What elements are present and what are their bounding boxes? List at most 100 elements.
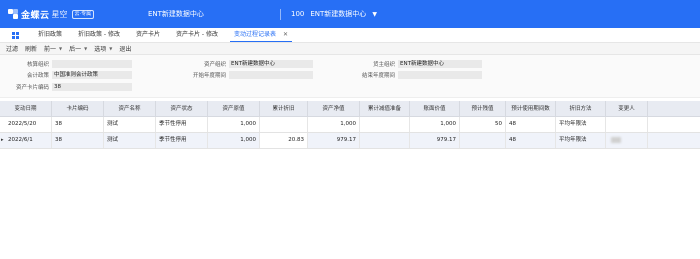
card-code-cell: 38 (52, 117, 104, 132)
table-row[interactable]: ▸ 2022/6/1 38 测试 季节性停用 1,000 20.83 979.17… (0, 133, 700, 149)
redacted-user-avatar (611, 136, 621, 143)
filter-button[interactable]: 过滤 (6, 44, 18, 53)
column-header[interactable]: 变动日期 (0, 101, 52, 116)
logo[interactable]: 金蝶云 星空 云·专属 (8, 8, 112, 21)
accounting-org-input[interactable] (52, 60, 132, 68)
asset-name-cell: 测试 (104, 133, 156, 148)
change-history-table: 变动日期 卡片编码 资产名称 资产状态 资产原值 累计折旧 资产净值 累计减值准… (0, 101, 700, 149)
policy-input[interactable]: 中国准则会计政策 (52, 71, 132, 79)
previous-button[interactable]: 前一 ▼ (44, 44, 62, 53)
current-row-indicator-icon: ▸ (1, 137, 4, 143)
tab-label: 折旧政策 (38, 31, 63, 38)
asset-org-field: 资产组织 ENT新建数据中心 (171, 60, 313, 68)
table-row[interactable]: 2022/5/20 38 测试 季节性停用 1,000 1,000 1,000 … (0, 117, 700, 133)
column-header[interactable]: 资产名称 (104, 101, 156, 116)
button-label: 退出 (119, 46, 132, 53)
column-header[interactable]: 累计折旧 (260, 101, 308, 116)
tab-bar: 折旧政策 折旧政策 - 修改 资产卡片 资产卡片 - 修改 变动过程记录表 ✕ (0, 28, 700, 42)
top-header: 金蝶云 星空 云·专属 ENT新建数据中心 100 ENT新建数据中心 ▼ (0, 0, 700, 28)
button-label: 后一 (69, 46, 82, 53)
logo-icon (8, 9, 18, 19)
accumulated-depreciation-cell (260, 117, 308, 132)
column-header[interactable]: 变更人 (606, 101, 648, 116)
button-label: 选项 (94, 46, 107, 53)
chevron-down-icon[interactable]: ▼ (59, 46, 62, 51)
column-header[interactable]: 卡片编码 (52, 101, 104, 116)
datacenter-code: 100 (291, 10, 305, 18)
end-period-field: 结束年度期间 (340, 71, 482, 79)
start-period-field: 开始年度期间 (171, 71, 313, 79)
end-period-label: 结束年度期间 (361, 73, 395, 79)
close-icon[interactable]: ✕ (283, 31, 288, 38)
column-header[interactable]: 预计残值 (460, 101, 506, 116)
column-header[interactable]: 折旧方法 (556, 101, 606, 116)
options-button[interactable]: 选项 ▼ (94, 44, 112, 53)
changed-by-cell (606, 133, 648, 148)
next-button[interactable]: 后一 ▼ (69, 44, 87, 53)
toolbar: 过滤 刷新 前一 ▼ 后一 ▼ 选项 ▼ 退出 (0, 42, 700, 55)
residual-value-cell (460, 133, 506, 148)
org-name[interactable]: ENT新建数据中心 (148, 9, 280, 19)
card-code-input[interactable]: 38 (52, 83, 132, 91)
card-code-label: 资产卡片编码 (15, 85, 49, 91)
column-header[interactable]: 预计使用期间数 (506, 101, 556, 116)
button-label: 过滤 (6, 46, 19, 53)
grid-icon (11, 31, 19, 39)
table-header: 变动日期 卡片编码 资产名称 资产状态 资产原值 累计折旧 资产净值 累计减值准… (0, 101, 700, 117)
original-value-cell: 1,000 (208, 133, 260, 148)
owner-org-label: 货主组织 (372, 62, 395, 68)
net-value-cell: 979.17 (308, 133, 360, 148)
datacenter-switcher[interactable]: 100 ENT新建数据中心 ▼ (291, 9, 377, 19)
edition-badge: 云·专属 (71, 9, 95, 19)
chevron-down-icon[interactable]: ▼ (84, 46, 87, 51)
column-header[interactable]: 累计减值准备 (360, 101, 410, 116)
accumulated-depreciation-cell: 20.83 (260, 133, 308, 148)
start-period-input[interactable] (229, 71, 313, 79)
book-value-cell: 1,000 (410, 117, 460, 132)
impairment-cell (360, 117, 410, 132)
refresh-button[interactable]: 刷新 (25, 44, 37, 53)
policy-field: 会计政策 中国准则会计政策 (0, 71, 132, 79)
asset-name-cell: 测试 (104, 117, 156, 132)
owner-org-input[interactable]: ENT新建数据中心 (398, 60, 482, 68)
tab-asset-card-edit[interactable]: 资产卡片 - 修改 (168, 28, 226, 42)
book-value-cell: 979.17 (410, 133, 460, 148)
tab-change-history[interactable]: 变动过程记录表 ✕ (226, 28, 296, 42)
original-value-cell: 1,000 (208, 117, 260, 132)
tab-label: 资产卡片 (136, 31, 161, 38)
exit-button[interactable]: 退出 (119, 44, 131, 53)
change-date-text: 2022/6/1 (8, 137, 33, 143)
column-header[interactable]: 资产原值 (208, 101, 260, 116)
change-date-cell: 2022/5/20 (0, 117, 52, 132)
chevron-down-icon[interactable]: ▼ (109, 46, 112, 51)
button-label: 刷新 (25, 46, 38, 53)
column-header[interactable]: 资产净值 (308, 101, 360, 116)
tab-depreciation-policy[interactable]: 折旧政策 (30, 28, 70, 42)
logo-text: 金蝶云 (21, 10, 50, 21)
useful-periods-cell: 48 (506, 117, 556, 132)
accounting-org-label: 核算组织 (26, 62, 49, 68)
chevron-down-icon[interactable]: ▼ (372, 11, 377, 18)
tab-label: 折旧政策 - 修改 (78, 31, 120, 38)
impairment-cell (360, 133, 410, 148)
net-value-cell: 1,000 (308, 117, 360, 132)
depreciation-method-cell: 平均年限法 (556, 117, 606, 132)
column-header[interactable]: 资产状态 (156, 101, 208, 116)
useful-periods-cell: 48 (506, 133, 556, 148)
filter-form: 核算组织 会计政策 中国准则会计政策 资产卡片编码 38 资产组织 ENT新建数… (0, 55, 700, 98)
home-tab[interactable] (0, 28, 30, 42)
column-header[interactable]: 账面价值 (410, 101, 460, 116)
owner-org-field: 货主组织 ENT新建数据中心 (340, 60, 482, 68)
tab-label: 变动过程记录表 (234, 31, 277, 38)
residual-value-cell: 50 (460, 117, 506, 132)
depreciation-method-cell: 平均年限法 (556, 133, 606, 148)
datacenter-name: ENT新建数据中心 (310, 10, 367, 18)
accounting-org-field: 核算组织 (0, 60, 132, 68)
asset-org-input[interactable]: ENT新建数据中心 (229, 60, 313, 68)
tab-depreciation-policy-edit[interactable]: 折旧政策 - 修改 (70, 28, 128, 42)
end-period-input[interactable] (398, 71, 482, 79)
changed-by-cell (606, 117, 648, 132)
policy-label: 会计政策 (26, 73, 49, 79)
tab-asset-card[interactable]: 资产卡片 (128, 28, 168, 42)
start-period-label: 开始年度期间 (192, 73, 226, 79)
